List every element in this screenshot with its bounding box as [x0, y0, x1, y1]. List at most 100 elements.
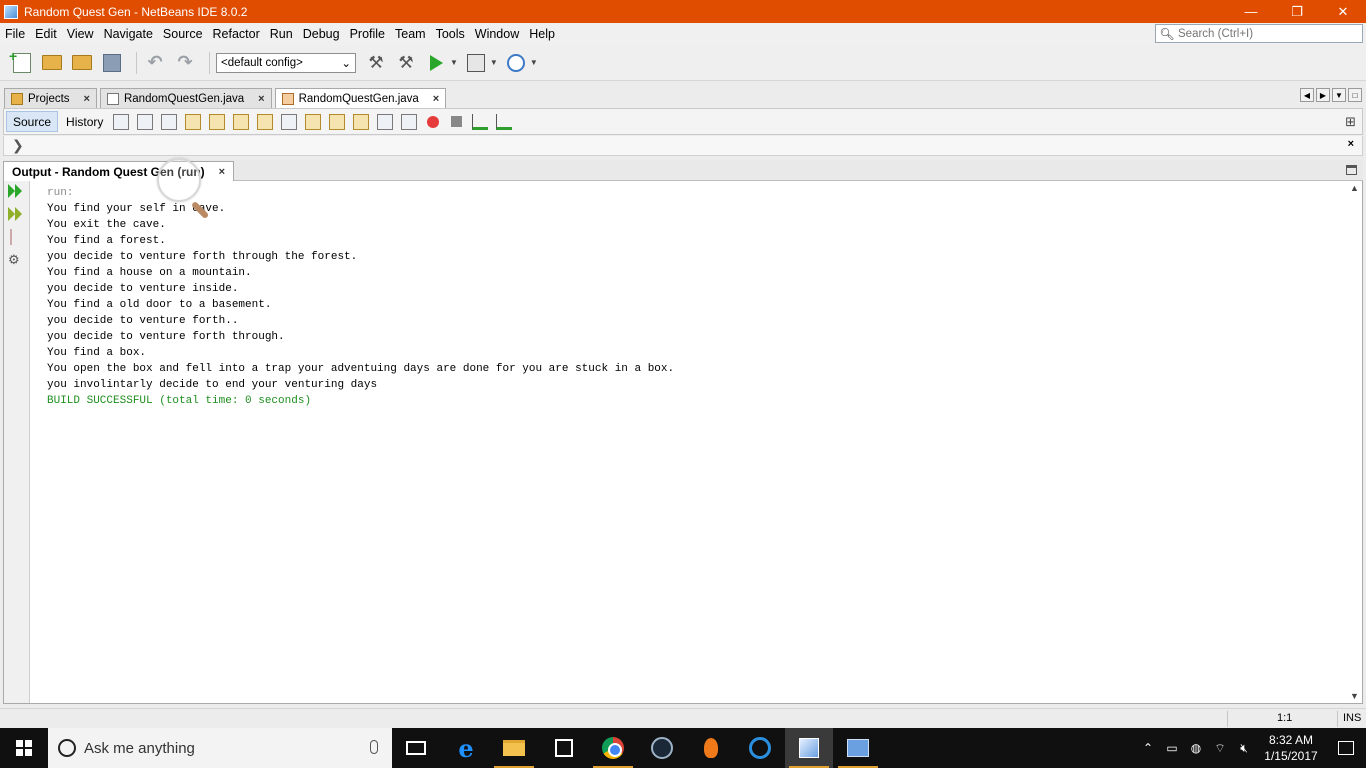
- rerun-icon[interactable]: [8, 184, 24, 200]
- minimize-panel-icon[interactable]: [1346, 165, 1357, 175]
- volume-muted-icon[interactable]: 🔇︎: [1232, 741, 1256, 756]
- open-project-icon: [72, 55, 92, 70]
- firestorm-button[interactable]: [687, 728, 735, 768]
- save-all-button[interactable]: [100, 51, 124, 75]
- run-dropdown-icon[interactable]: ▼: [450, 58, 458, 67]
- close-icon[interactable]: ×: [84, 93, 90, 105]
- clock[interactable]: 8:32 AM 1/15/2017: [1256, 732, 1326, 764]
- menu-file[interactable]: File: [0, 23, 30, 45]
- scroll-up-icon[interactable]: ▲: [1350, 183, 1359, 193]
- toolbar-separator: [136, 51, 137, 74]
- undo-button[interactable]: ↶: [143, 51, 167, 75]
- menu-edit[interactable]: Edit: [30, 23, 62, 45]
- close-icon[interactable]: ×: [433, 93, 439, 105]
- scroll-down-icon[interactable]: ▼: [1350, 691, 1359, 701]
- next-bookmark-icon[interactable]: [329, 113, 346, 130]
- restore-button[interactable]: ❐: [1274, 0, 1320, 23]
- menu-source[interactable]: Source: [158, 23, 208, 45]
- build-button[interactable]: ⚒: [364, 51, 388, 75]
- remote-desktop-button[interactable]: [834, 728, 882, 768]
- toggle-highlight-icon[interactable]: [257, 113, 274, 130]
- tab-randomquestgen-1[interactable]: RandomQuestGen.java ×: [99, 88, 272, 108]
- debug-button[interactable]: [464, 51, 488, 75]
- run-button[interactable]: [424, 51, 448, 75]
- search-input[interactable]: [1178, 27, 1358, 40]
- windows-logo-icon: [16, 740, 32, 756]
- console-output: run: You find your self in cave. You exit …: [47, 185, 674, 409]
- menu-tools[interactable]: Tools: [431, 23, 470, 45]
- stop-button[interactable]: [8, 229, 24, 246]
- battery-icon[interactable]: ▭: [1160, 741, 1184, 755]
- last-edit-icon[interactable]: [113, 113, 130, 130]
- steam-button[interactable]: [638, 728, 686, 768]
- tab-randomquestgen-2[interactable]: RandomQuestGen.java ×: [274, 88, 447, 108]
- shift-left-icon[interactable]: [377, 113, 394, 130]
- action-center-button[interactable]: [1326, 728, 1366, 768]
- close-icon[interactable]: ×: [258, 93, 264, 105]
- find-icon[interactable]: [185, 113, 202, 130]
- scroll-right-icon[interactable]: ▶: [1316, 88, 1330, 102]
- netbeans-taskbar-button[interactable]: [785, 728, 833, 768]
- menu-debug[interactable]: Debug: [298, 23, 345, 45]
- menu-navigate[interactable]: Navigate: [99, 23, 158, 45]
- previous-bookmark-icon[interactable]: [305, 113, 322, 130]
- redo-button[interactable]: ↷: [173, 51, 197, 75]
- config-select[interactable]: <default config> ⌄: [216, 52, 356, 73]
- console-line: You find your self in cave.: [47, 203, 226, 215]
- record-macro-icon[interactable]: [427, 115, 440, 128]
- open-project-button[interactable]: [70, 51, 94, 75]
- chrome-button[interactable]: [589, 728, 637, 768]
- menu-profile[interactable]: Profile: [345, 23, 390, 45]
- microphone-icon[interactable]: [370, 740, 378, 754]
- split-icon[interactable]: ⊞: [1345, 114, 1356, 130]
- file-explorer-button[interactable]: [490, 728, 538, 768]
- chevron-right-icon[interactable]: ❯: [12, 137, 24, 154]
- edge-icon: e: [458, 733, 474, 763]
- profile-button[interactable]: [504, 51, 528, 75]
- ccleaner-button[interactable]: [736, 728, 784, 768]
- toggle-selection-icon[interactable]: [281, 113, 298, 130]
- tab-list-icon[interactable]: ▼: [1332, 88, 1346, 102]
- profile-dropdown-icon[interactable]: ▼: [530, 58, 538, 67]
- find-previous-icon[interactable]: [209, 113, 226, 130]
- maximize-icon[interactable]: □: [1348, 88, 1362, 102]
- hammer-icon: ⚒: [368, 52, 384, 72]
- stop-macro-icon[interactable]: [451, 116, 463, 127]
- store-button[interactable]: [540, 728, 588, 768]
- vertical-scrollbar[interactable]: ▲ ▼: [1348, 181, 1362, 703]
- debug-dropdown-icon[interactable]: ▼: [490, 58, 498, 67]
- menu-help[interactable]: Help: [524, 23, 560, 45]
- tab-projects[interactable]: Projects ×: [4, 88, 97, 108]
- toggle-bookmark-icon[interactable]: [353, 113, 370, 130]
- edge-button[interactable]: e: [442, 728, 490, 768]
- shift-right-icon[interactable]: [401, 113, 418, 130]
- menu-team[interactable]: Team: [390, 23, 431, 45]
- history-button[interactable]: History: [60, 111, 109, 132]
- new-file-button[interactable]: [9, 48, 34, 75]
- clean-build-button[interactable]: ⚒: [394, 51, 418, 75]
- close-icon[interactable]: ×: [1348, 138, 1354, 150]
- menu-view[interactable]: View: [62, 23, 99, 45]
- close-button[interactable]: ✕: [1320, 0, 1366, 23]
- close-icon[interactable]: ×: [219, 166, 225, 178]
- antivirus-icon[interactable]: ◍: [1184, 741, 1208, 755]
- back-icon[interactable]: [137, 113, 154, 130]
- output-settings-icon[interactable]: ⚙: [8, 252, 24, 268]
- menu-run[interactable]: Run: [265, 23, 298, 45]
- new-project-button[interactable]: [40, 51, 64, 75]
- menu-window[interactable]: Window: [470, 23, 524, 45]
- task-view-button[interactable]: [392, 728, 440, 768]
- scroll-left-icon[interactable]: ◀: [1300, 88, 1314, 102]
- chevron-up-icon[interactable]: ⌃: [1136, 741, 1160, 755]
- wifi-icon[interactable]: ⌔: [1208, 741, 1232, 756]
- uncomment-icon[interactable]: [496, 113, 513, 130]
- forward-icon[interactable]: [161, 113, 178, 130]
- cortana-search[interactable]: Ask me anything: [48, 728, 392, 768]
- start-button[interactable]: [0, 728, 48, 768]
- find-next-icon[interactable]: [233, 113, 250, 130]
- minimize-button[interactable]: —: [1228, 0, 1274, 23]
- rerun-with-options-icon[interactable]: [8, 207, 24, 223]
- comment-icon[interactable]: [472, 113, 489, 130]
- source-button[interactable]: Source: [6, 111, 59, 132]
- menu-refactor[interactable]: Refactor: [208, 23, 265, 45]
